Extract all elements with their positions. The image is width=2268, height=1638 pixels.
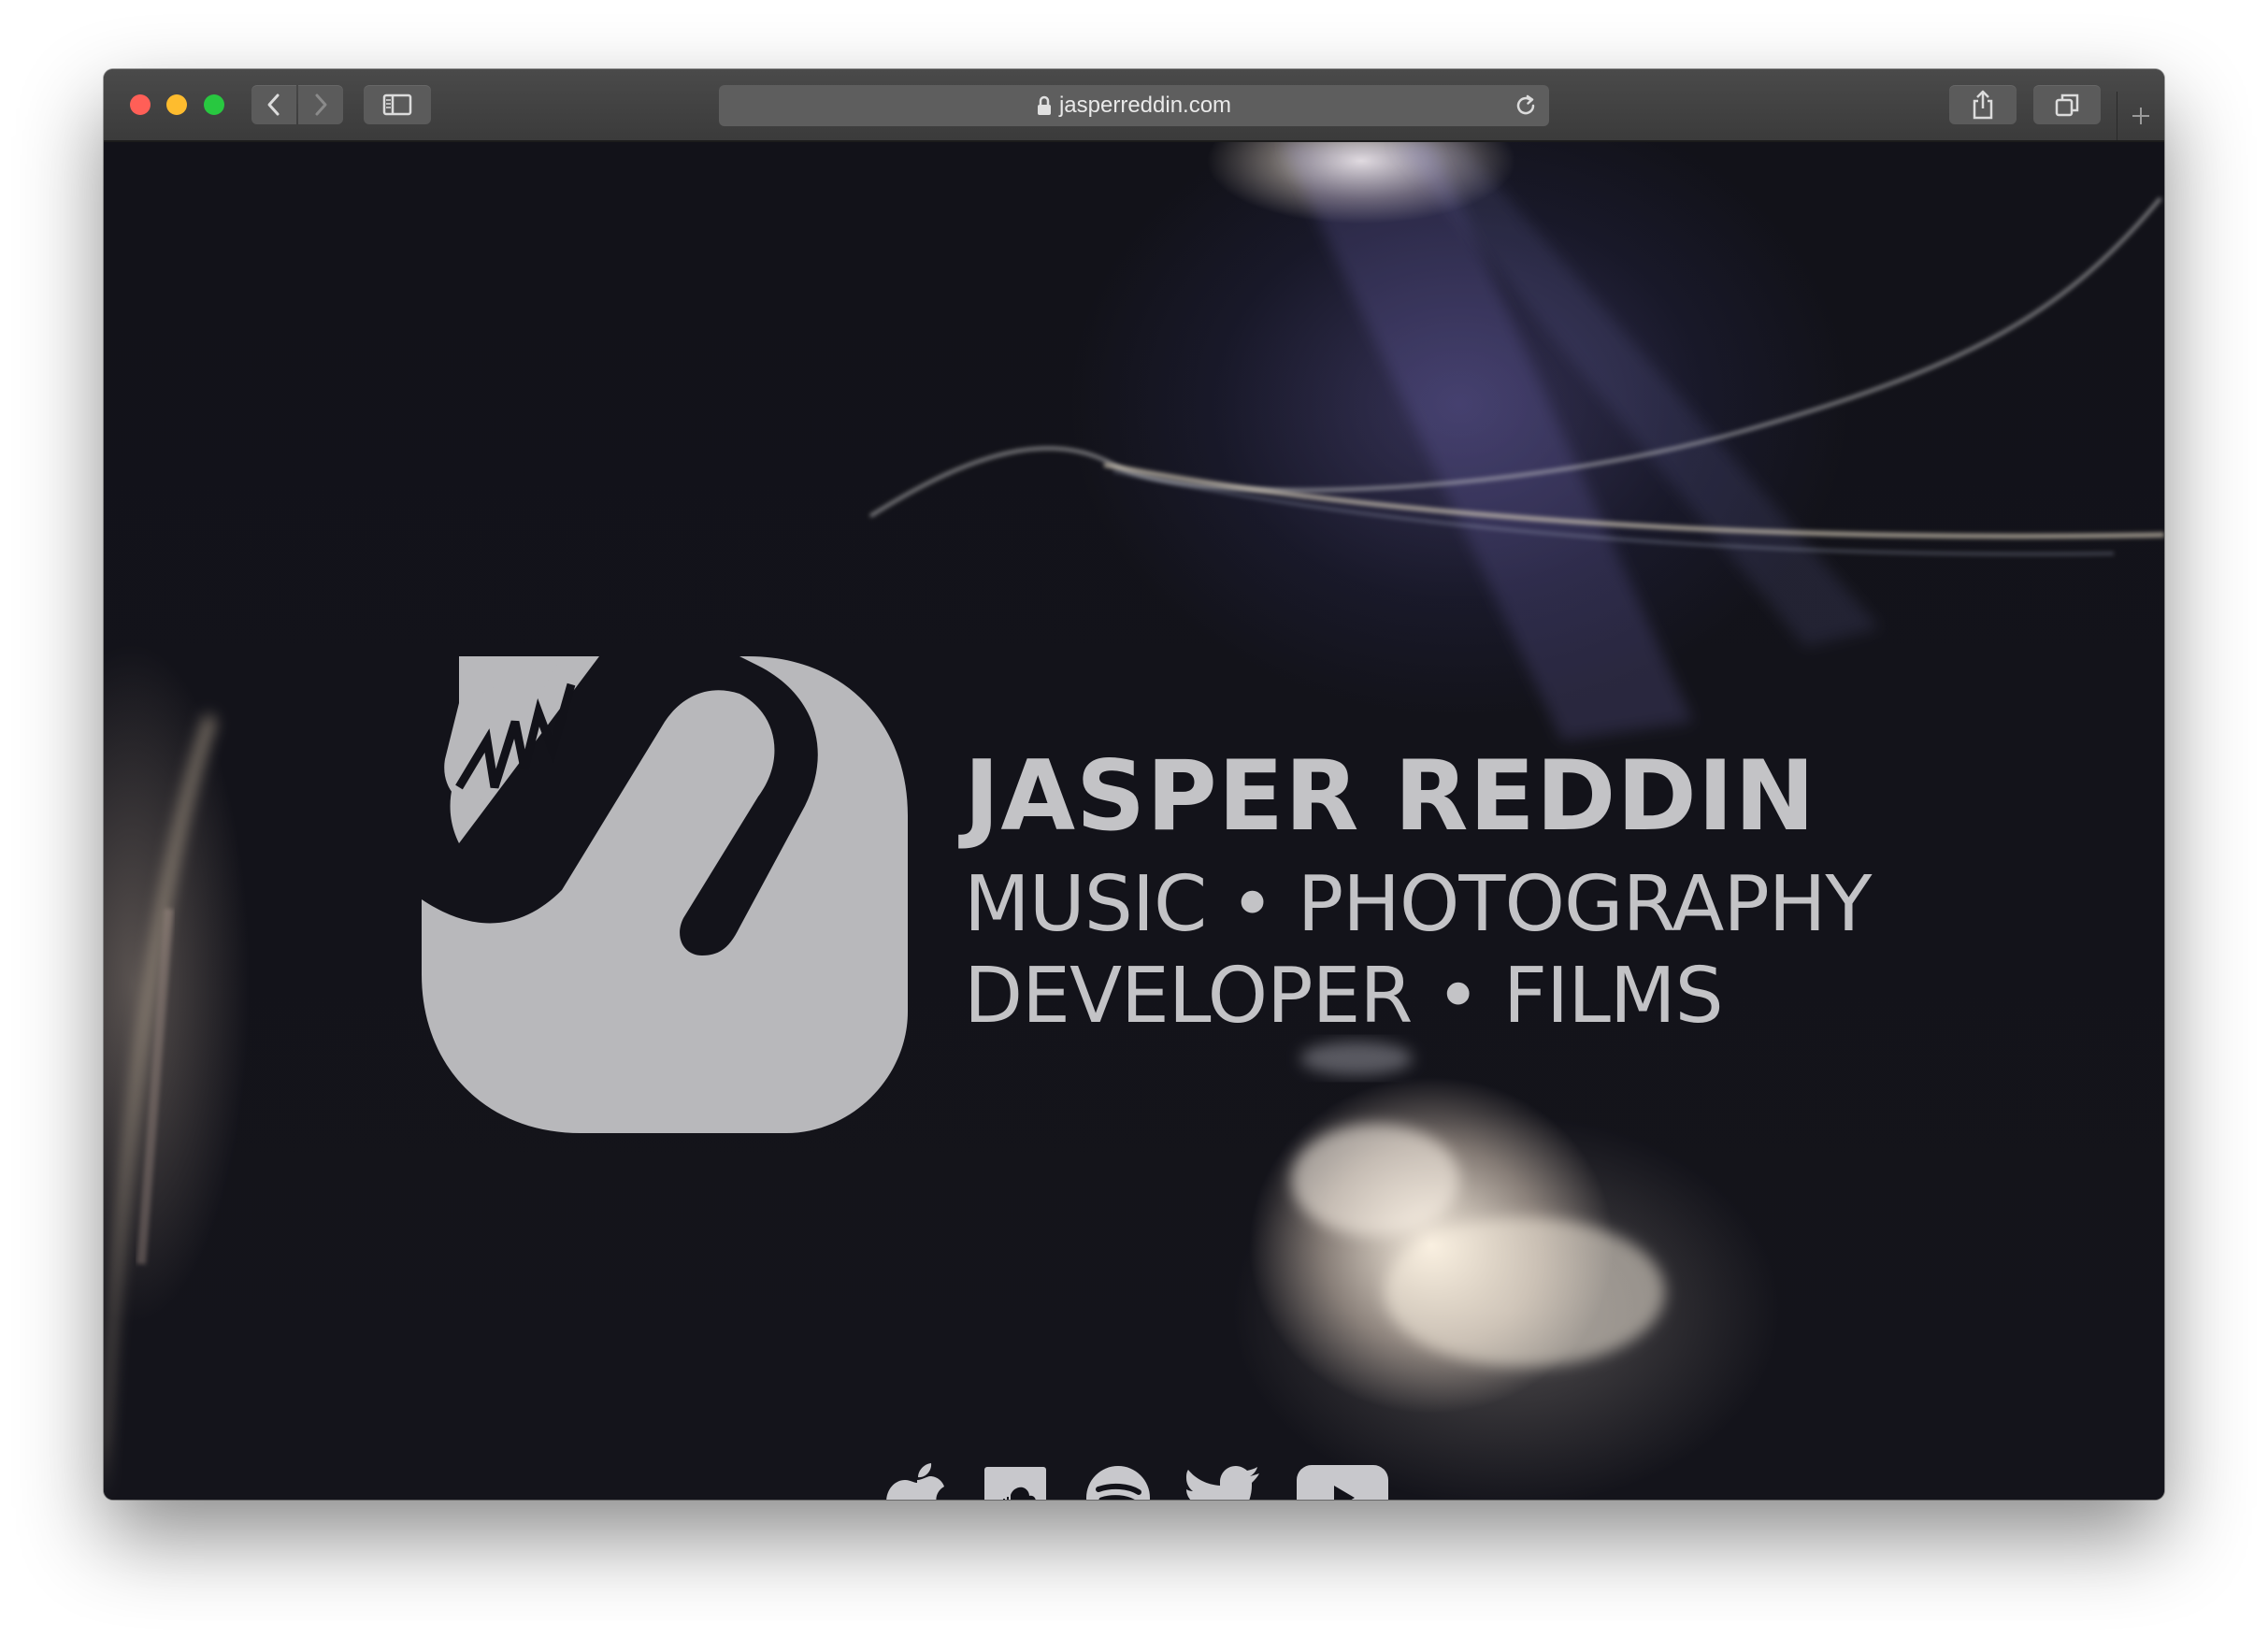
twitter-icon [1186, 1466, 1259, 1500]
tabs-overview-icon [2055, 93, 2079, 117]
close-window-button[interactable] [130, 94, 151, 115]
twitter-link[interactable] [1179, 1460, 1263, 1500]
share-button[interactable] [1949, 85, 2017, 124]
new-tab-button[interactable] [2117, 92, 2164, 140]
chevron-right-icon [315, 93, 327, 116]
forward-button[interactable] [298, 85, 343, 124]
spotify-link[interactable] [1081, 1460, 1156, 1500]
back-button[interactable] [251, 85, 296, 124]
spotify-icon [1086, 1466, 1150, 1500]
soundcloud-link[interactable] [978, 1460, 1053, 1500]
chevron-left-icon [267, 93, 280, 116]
url-text: jasperreddin.com [1058, 93, 1232, 118]
youtube-link[interactable] [1291, 1460, 1394, 1500]
browser-toolbar: jasperreddin.com [104, 69, 2164, 142]
youtube-icon [1297, 1465, 1388, 1500]
tagline-line-1: MUSIC • PHOTOGRAPHY [964, 860, 1873, 949]
apple-music-icon [886, 1463, 944, 1500]
address-bar[interactable]: jasperreddin.com [719, 85, 1549, 126]
reload-icon[interactable] [1514, 93, 1538, 118]
share-icon [1973, 90, 1993, 120]
browser-window: jasperreddin.com JASPER REDDIN MUSIC • P… [104, 69, 2164, 1500]
apple-music-link[interactable] [880, 1460, 955, 1500]
sidebar-icon [382, 93, 412, 116]
lock-icon [1037, 95, 1051, 115]
soundcloud-icon [984, 1467, 1046, 1500]
sidebar-toggle-button[interactable] [364, 85, 431, 124]
minimize-window-button[interactable] [166, 94, 187, 115]
page-viewport: JASPER REDDIN MUSIC • PHOTOGRAPHY DEVELO… [104, 142, 2164, 1500]
jr-monogram-logo [422, 647, 908, 1133]
site-title: JASPER REDDIN [964, 740, 1816, 853]
plus-icon [2132, 108, 2149, 124]
tabs-overview-button[interactable] [2033, 85, 2101, 124]
zoom-window-button[interactable] [204, 94, 224, 115]
tagline-line-2: DEVELOPER • FILMS [964, 952, 1724, 1041]
